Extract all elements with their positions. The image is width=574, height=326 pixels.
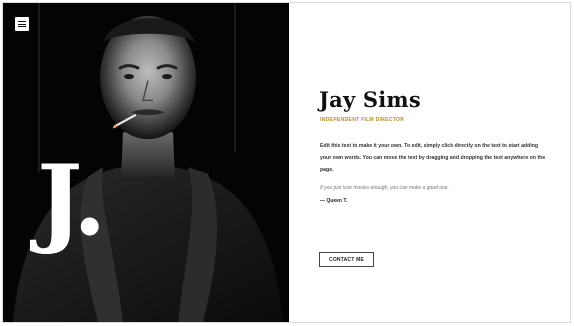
quote-text: If you just love movies enough, you can … (320, 185, 449, 191)
quote-author: — Queen T. (320, 198, 348, 204)
role-subtitle: Independent Film Director (320, 117, 405, 123)
hero-panel: J. (3, 3, 289, 322)
monogram: J. (37, 144, 106, 257)
site-page: J. Jay Sims Independent Film Director Ed… (2, 2, 571, 323)
contact-button[interactable]: Contact Me (319, 252, 374, 267)
page-title: Jay Sims (319, 87, 421, 112)
menu-button[interactable] (15, 17, 29, 31)
profile-panel: Jay Sims Independent Film Director Edit … (289, 3, 570, 322)
bio-text: Edit this text to make it your own. To e… (320, 143, 546, 173)
